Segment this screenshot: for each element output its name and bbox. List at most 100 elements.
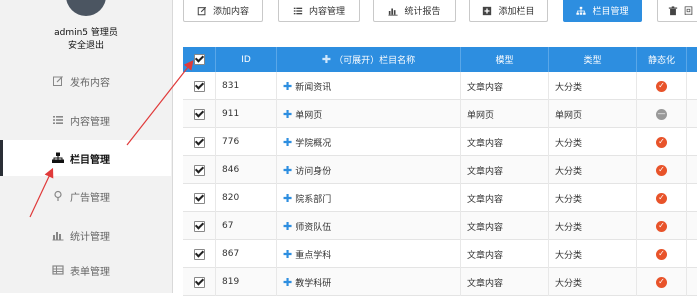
table-row[interactable]: 819 ✚ 教学科研 文章内容 大分类 ✓: [183, 268, 697, 296]
status-disabled-icon[interactable]: —: [656, 108, 667, 120]
list-icon: [293, 6, 303, 16]
cell-extra: [687, 184, 697, 212]
cell-model: 文章内容: [461, 184, 549, 212]
table-row[interactable]: 776 ✚ 学院概况 文章内容 大分类 ✓: [183, 128, 697, 156]
sidebar-item-label: 表单管理: [70, 266, 110, 278]
header-type[interactable]: 类型: [549, 47, 637, 72]
expand-icon[interactable]: ✚: [283, 136, 292, 149]
cell-id: 867: [216, 240, 277, 268]
table-row[interactable]: 820 ✚ 院系部门 文章内容 大分类 ✓: [183, 184, 697, 212]
sidebar-item-columns[interactable]: 栏目管理: [0, 140, 171, 176]
sidebar-item-label: 栏目管理: [70, 154, 110, 166]
cell-id: 831: [216, 72, 277, 100]
button-label: 统计报告: [404, 7, 441, 17]
sidebar-item-ads[interactable]: 广告管理: [0, 178, 171, 214]
cell-static: ✓: [637, 240, 687, 268]
add-column-button[interactable]: 添加栏目: [469, 0, 548, 22]
cell-name: ✚ 新闻资讯: [277, 72, 461, 100]
sidebar-item-label: 内容管理: [70, 116, 110, 128]
select-all-checkbox[interactable]: [193, 54, 205, 65]
trash-icon: [668, 5, 678, 16]
column-name[interactable]: 师资队伍: [295, 220, 331, 233]
sidebar-item-label: 发布内容: [70, 77, 110, 89]
column-name[interactable]: 新闻资讯: [295, 80, 331, 93]
table-row[interactable]: 867 ✚ 重点学科 文章内容 大分类 ✓: [183, 240, 697, 268]
table-row[interactable]: 67 ✚ 师资队伍 文章内容 大分类 ✓: [183, 212, 697, 240]
column-name[interactable]: 单网页: [295, 108, 322, 121]
status-check-icon[interactable]: ✓: [656, 248, 667, 260]
column-name[interactable]: 重点学科: [295, 248, 331, 261]
cell-extra: [687, 212, 697, 240]
status-check-icon[interactable]: ✓: [656, 220, 667, 232]
column-manage-button[interactable]: 栏目管理: [563, 0, 642, 22]
table-row[interactable]: 831 ✚ 新闻资讯 文章内容 大分类 ✓: [183, 72, 697, 100]
cell-static: ✓: [637, 212, 687, 240]
status-check-icon[interactable]: ✓: [656, 136, 667, 148]
column-name[interactable]: 教学科研: [295, 276, 331, 289]
header-static[interactable]: 静态化: [637, 47, 687, 72]
table-row[interactable]: 846 ✚ 访问身份 文章内容 大分类 ✓: [183, 156, 697, 184]
cell-model: 文章内容: [461, 156, 549, 184]
bar-chart-icon: [52, 229, 64, 241]
content-manage-button[interactable]: 内容管理: [278, 0, 360, 22]
row-checkbox[interactable]: [193, 248, 205, 260]
expand-icon[interactable]: ✚: [283, 80, 292, 93]
button-label: 添加内容: [212, 7, 249, 17]
logout-link[interactable]: 安全退出: [0, 38, 172, 51]
sidebar: admin5 管理员 安全退出 发布内容 内容管理 栏目管理 广告管理 统计管理: [0, 0, 173, 293]
status-check-icon[interactable]: ✓: [656, 80, 667, 92]
recycle-button[interactable]: 回: [657, 0, 697, 22]
expand-icon[interactable]: ✚: [283, 248, 292, 261]
cell-extra: [687, 128, 697, 156]
cell-id: 776: [216, 128, 277, 156]
expand-icon[interactable]: ✚: [283, 220, 292, 233]
status-check-icon[interactable]: ✓: [656, 192, 667, 204]
button-label: 栏目管理: [592, 7, 629, 17]
edit-icon: [197, 6, 207, 16]
expand-all-icon[interactable]: ✚: [322, 53, 331, 66]
stats-report-button[interactable]: 统计报告: [373, 0, 456, 22]
expand-icon[interactable]: ✚: [283, 192, 292, 205]
row-checkbox-cell: [183, 240, 216, 268]
expand-icon[interactable]: ✚: [283, 108, 292, 121]
cell-model: 文章内容: [461, 268, 549, 296]
row-checkbox[interactable]: [193, 220, 205, 232]
cell-static: ✓: [637, 156, 687, 184]
status-check-icon[interactable]: ✓: [656, 276, 667, 288]
row-checkbox[interactable]: [193, 136, 205, 148]
column-name[interactable]: 院系部门: [295, 192, 331, 205]
add-content-button[interactable]: 添加内容: [183, 0, 263, 22]
header-id[interactable]: ID: [216, 47, 277, 72]
header-extra: [687, 47, 697, 72]
sidebar-item-publish[interactable]: 发布内容: [0, 63, 171, 99]
bar-chart-icon: [388, 6, 399, 16]
sidebar-item-forms[interactable]: 表单管理: [0, 252, 171, 288]
table-row[interactable]: 911 ✚ 单网页 单网页 单网页 —: [183, 100, 697, 128]
row-checkbox[interactable]: [193, 164, 205, 176]
sidebar-item-content[interactable]: 内容管理: [0, 102, 171, 138]
column-name[interactable]: 学院概况: [295, 136, 331, 149]
cell-type: 大分类: [549, 268, 637, 296]
row-checkbox-cell: [183, 72, 216, 100]
row-checkbox[interactable]: [193, 192, 205, 204]
sidebar-item-stats[interactable]: 统计管理: [0, 217, 171, 253]
expand-icon[interactable]: ✚: [283, 164, 292, 177]
header-name[interactable]: ✚ （可展开）栏目名称: [277, 47, 461, 72]
cell-type: 大分类: [549, 212, 637, 240]
expand-icon[interactable]: ✚: [283, 276, 292, 289]
avatar[interactable]: [66, 0, 106, 16]
row-checkbox[interactable]: [193, 80, 205, 92]
header-name-label: （可展开）栏目名称: [334, 56, 416, 66]
cell-extra: [687, 156, 697, 184]
sitemap-icon: [576, 6, 587, 16]
cell-id: 820: [216, 184, 277, 212]
status-check-icon[interactable]: ✓: [656, 164, 667, 176]
cell-model: 文章内容: [461, 128, 549, 156]
header-model[interactable]: 模型: [461, 47, 549, 72]
row-checkbox[interactable]: [193, 276, 205, 288]
cell-name: ✚ 单网页: [277, 100, 461, 128]
cell-name: ✚ 教学科研: [277, 268, 461, 296]
row-checkbox-cell: [183, 128, 216, 156]
row-checkbox[interactable]: [193, 108, 205, 120]
column-name[interactable]: 访问身份: [295, 164, 331, 177]
